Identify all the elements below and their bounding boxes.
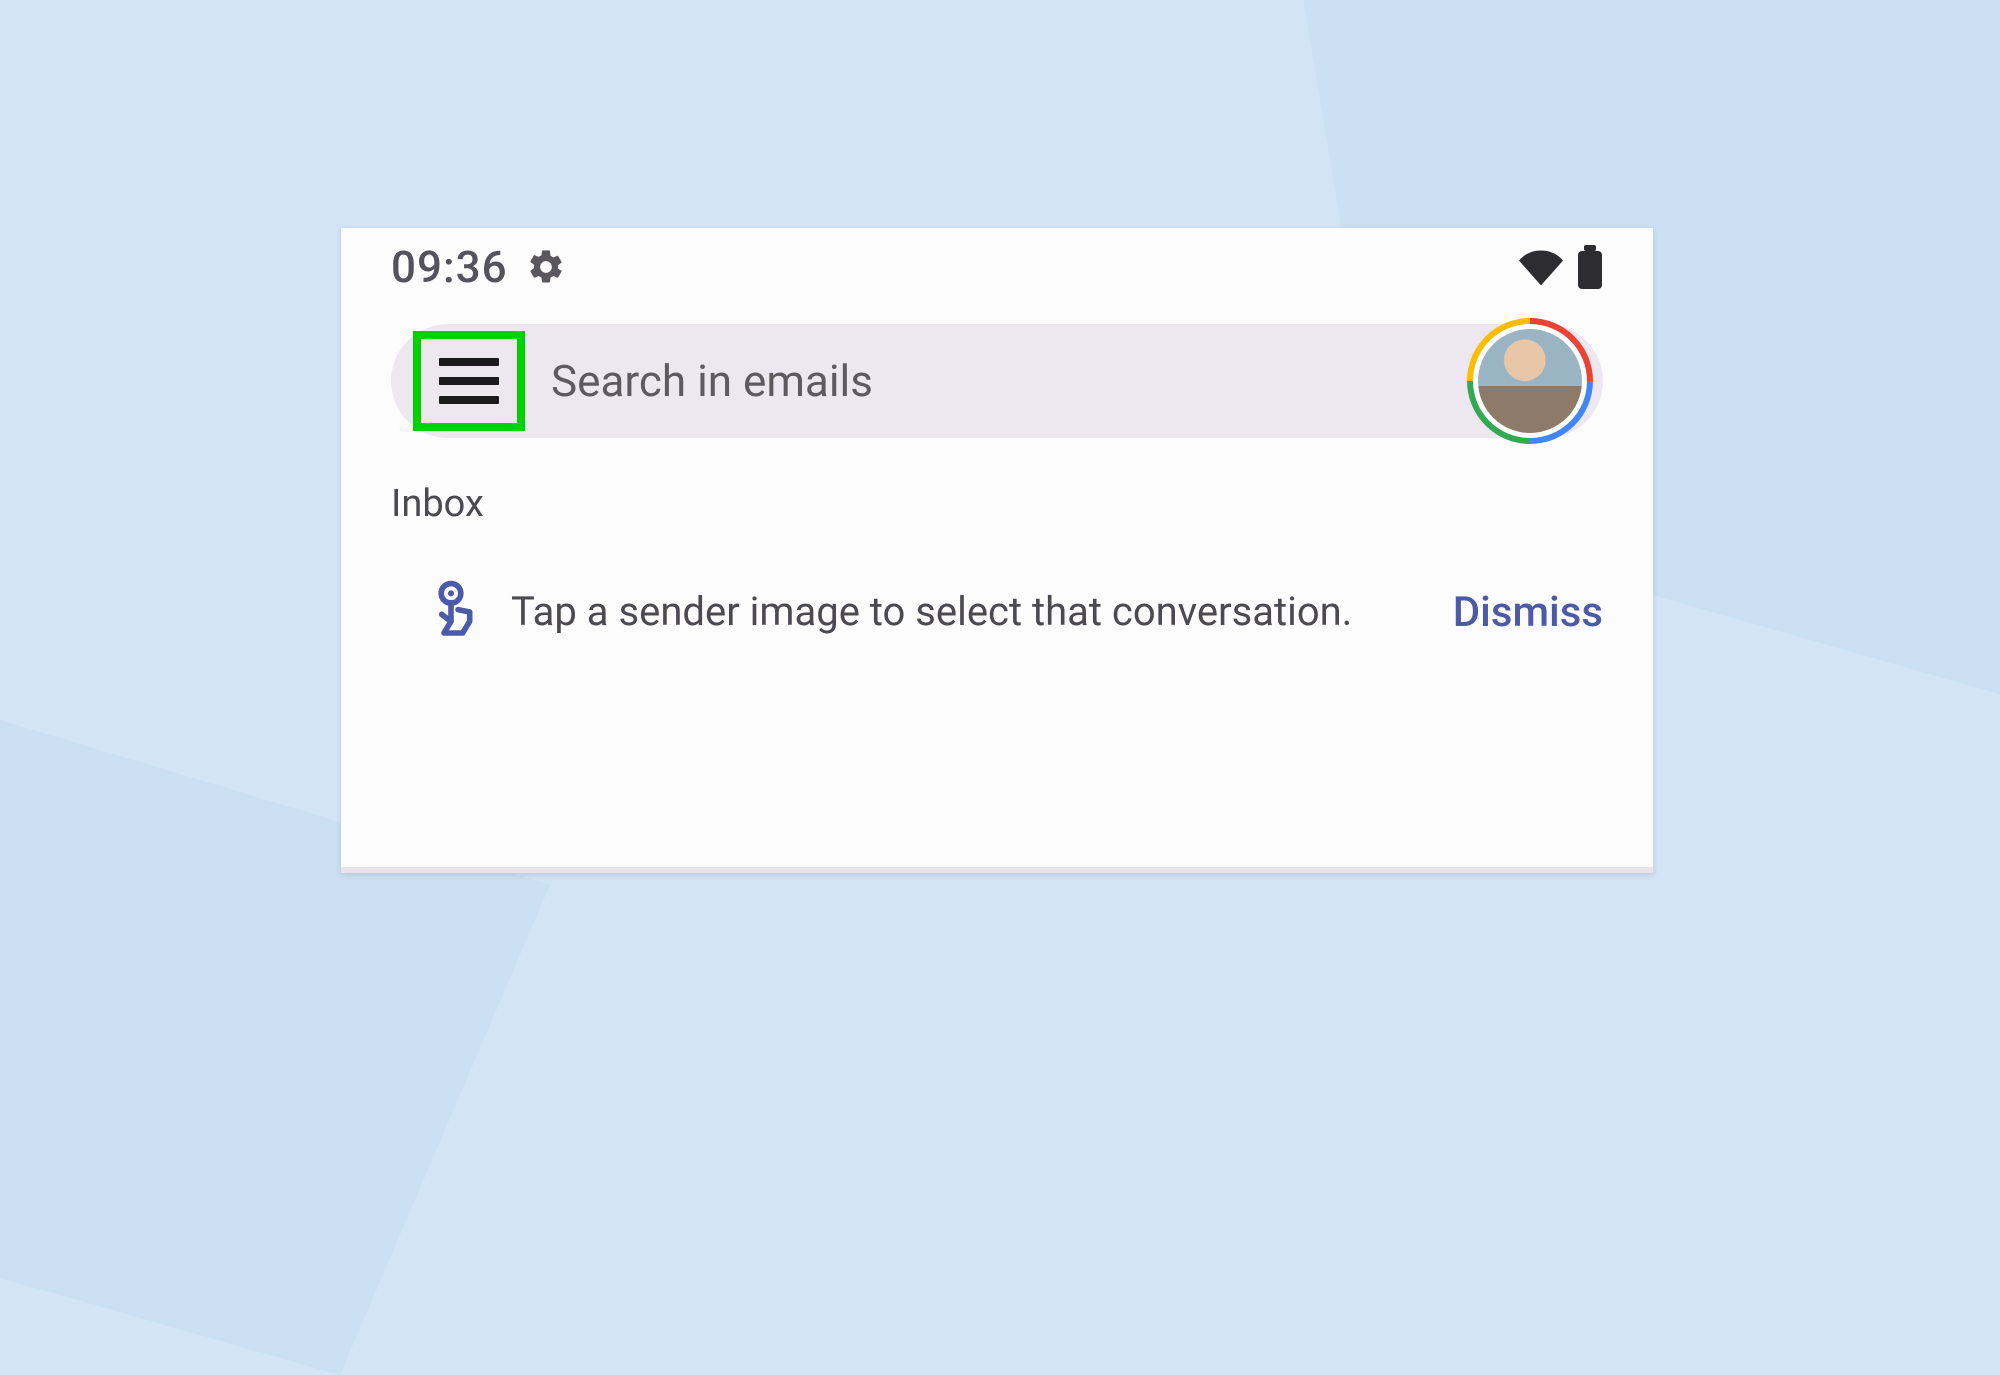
touch-icon [391,576,511,648]
gear-icon [526,247,566,287]
menu-highlight-box [413,331,525,431]
tip-text: Tap a sender image to select that conver… [511,583,1453,641]
status-bar: 09:36 [341,228,1653,306]
avatar-image [1478,329,1582,433]
tip-row: Tap a sender image to select that conver… [391,576,1603,648]
dismiss-button[interactable]: Dismiss [1453,588,1603,637]
battery-icon [1577,245,1603,289]
account-avatar[interactable] [1467,318,1593,444]
search-placeholder[interactable]: Search in emails [551,355,1467,407]
hamburger-menu-icon[interactable] [439,358,499,404]
inbox-label: Inbox [391,482,1653,526]
phone-screenshot: 09:36 Search in emails Inbox [341,228,1653,873]
status-time: 09:36 [391,241,508,293]
bottom-divider [341,867,1653,873]
search-bar[interactable]: Search in emails [391,324,1603,438]
wifi-icon [1519,245,1563,289]
